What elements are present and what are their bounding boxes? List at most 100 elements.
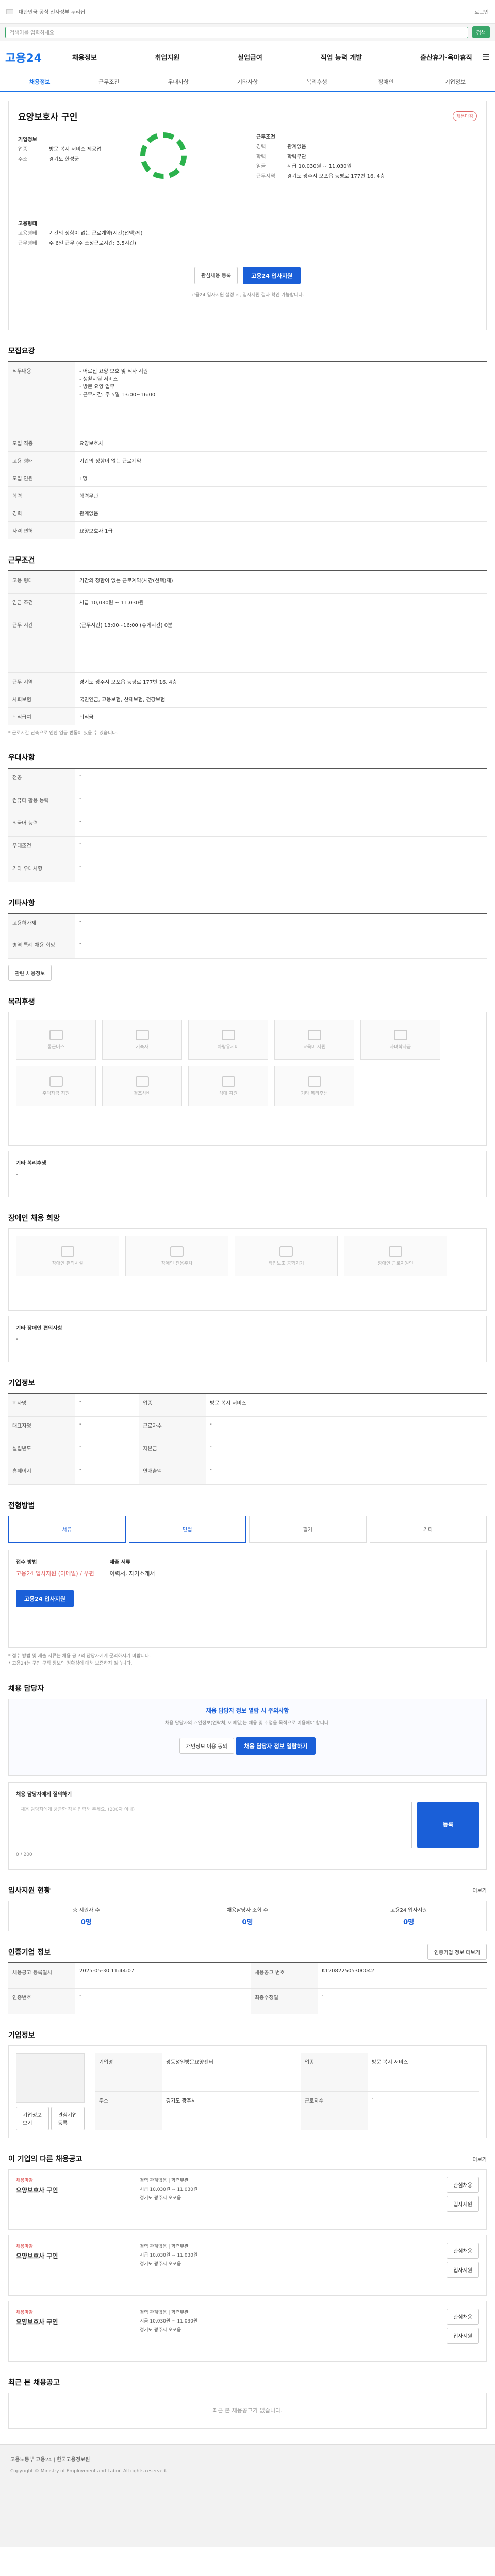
cond-label: 근무조건 [256,134,275,140]
gift-icon [135,1076,149,1087]
dorm-icon [135,1029,149,1040]
row-val: 기간의 정함이 없는 근로계약 [75,451,487,469]
kv-key: 임금 [256,164,266,170]
job-card[interactable]: 채용마감 요양보호사 구인 경력 관계없음 | 학력무관 시급 10,030원 ~ … [8,2169,487,2230]
apply-small-button[interactable]: 입사지원 [447,2262,479,2278]
docs-val: 이력서, 자기소개서 [109,1570,155,1577]
row-key: 자격 면허 [8,521,75,539]
tab[interactable]: 우대사항 [144,78,213,86]
section-title: 최근 본 채용공고 [8,2379,60,2387]
info-more-button[interactable]: 인증기업 정보 더보기 [427,1944,487,1960]
tab[interactable]: 근무조건 [74,78,143,86]
footer-text: 고용노동부 고용24 | 한국고용정보원 [10,2457,90,2463]
view-contact-button[interactable]: 채용 담당자 정보 열람하기 [236,1737,316,1755]
kv-key: 경력 [256,144,266,150]
job-detail: 시급 10,030원 ~ 11,030원 [140,2319,198,2325]
tab[interactable]: 복리후생 [282,78,351,86]
row-key: 고용 형태 [8,570,75,594]
related-jobs-link[interactable]: 관련 채용정보 [8,965,52,981]
step: 면접 [128,1515,246,1543]
fav-button[interactable]: 관심채용 [447,2309,479,2325]
status-badge: 채용마감 [452,111,477,121]
welfare-item: 기숙사 [102,1020,182,1060]
row-val: 방문 복지 서비스 [206,1394,487,1417]
etc-icon [307,1076,321,1087]
gnb-item[interactable]: 취업지원 [155,52,180,62]
row-key: 인증번호 [8,1988,75,2015]
fav-button[interactable]: 관심채용 [447,2177,479,2193]
corp-view-button[interactable]: 기업정보 보기 [16,2107,50,2131]
tab[interactable]: 기타사항 [213,78,282,86]
row-key: 설립년도 [8,1439,75,1462]
others-more-link[interactable]: 더보기 [472,2155,487,2163]
deadline-donut [140,132,187,179]
row-key: 기업명 [94,2053,162,2092]
gnb-item[interactable]: 실업급여 [238,52,262,62]
welfare-item: 자녀학자금 [360,1020,440,1060]
section-title: 인증기업 정보 [8,1948,51,1957]
apply-small-button[interactable]: 입사지원 [447,2328,479,2344]
search-button[interactable]: 검색 [472,26,490,38]
recruit-table: 직무내용 - 어르신 요양 보호 및 식사 지원 - 생활지원 서비스 - 방문 … [8,361,487,539]
save-job-button[interactable]: 관심채용 등록 [194,267,238,284]
row-val: - [75,936,487,959]
job-card-title[interactable]: 요양보호사 구인 [16,2251,129,2260]
job-card[interactable]: 채용마감 요양보호사 구인 경력 관계없음 | 학력무관 시급 10,030원 ~ … [8,2235,487,2296]
disabled-other-label: 기타 장애인 편의사항 [16,1326,62,1332]
job-card-title[interactable]: 요양보호사 구인 [16,2317,129,2326]
job-detail: 경력 관계없음 | 학력무관 [140,2244,189,2250]
section-title: 전형방법 [8,1501,35,1510]
job-card-title[interactable]: 요양보호사 구인 [16,2185,129,2194]
tab[interactable]: 장애인 [351,78,420,86]
row-key: 근무 지역 [8,672,75,690]
row-val: 관계없음 [75,504,487,522]
row-key: 병역 특례 채용 희망 [8,936,75,959]
gnb-item[interactable]: 출산휴가·육아휴직 [420,52,472,62]
kv-key: 업종 [18,147,28,152]
stat-more-link[interactable]: 더보기 [472,1886,487,1894]
kv-val: 시급 10,030원 ~ 11,030원 [287,164,352,170]
stat-cards: 총 지원자 수 0명 채용담당자 조회 수 0명 고용24 입사지원 0명 [8,1900,487,1931]
section-title: 기타사항 [8,899,35,907]
sub-nav: 채용정보 근무조건 우대사항 기타사항 복리후생 장애인 기업정보 [0,73,495,92]
row-key: 사회보험 [8,690,75,708]
row-val: - [75,768,487,791]
graduation-icon [393,1029,407,1040]
logo[interactable]: 고용24 [5,49,62,65]
search-input[interactable]: 검색어를 입력하세요 [5,26,468,38]
apply-small-button[interactable]: 입사지원 [447,2196,479,2212]
kv-val: 주 6일 근무 (주 소정근로시간: 3.5시간) [49,241,136,246]
job-status: 채용마감 [16,2244,34,2250]
row-val: - [206,1416,487,1439]
qa-submit-button[interactable]: 등록 [417,1801,479,1848]
qa-textarea[interactable]: 채용 담당자에게 궁금한 점을 입력해 주세요. (200자 이내) [16,1801,412,1848]
row-key: 임금 조건 [8,593,75,616]
row-key: 퇴직급여 [8,707,75,725]
gnb-item[interactable]: 직업 능력 개발 [321,52,362,62]
consent-button[interactable]: 개인정보 이용 동의 [179,1738,234,1754]
fav-button[interactable]: 관심채용 [447,2243,479,2259]
global-nav: 고용24 채용정보 취업지원 실업급여 직업 능력 개발 출산휴가·육아휴직 ☰ [0,41,495,73]
welfare-other-label: 기타 복리후생 [16,1161,46,1167]
row-key: 근로자수 [139,1416,206,1439]
row-key: 업종 [139,1394,206,1417]
job-detail: 시급 10,030원 ~ 11,030원 [140,2187,198,2193]
gnb-item[interactable]: 채용정보 [72,52,97,62]
row-val: 학력무관 [75,486,487,504]
job-detail: 경력 관계없음 | 학력무관 [140,2310,189,2316]
corp-fav-button[interactable]: 관심기업 등록 [51,2107,85,2131]
apply-button-2[interactable]: 고용24 입사지원 [16,1589,74,1607]
row-key: 회사명 [8,1394,75,1417]
apply-button[interactable]: 고용24 입사지원 [243,267,301,284]
tab[interactable]: 기업정보 [421,78,490,86]
login-link[interactable]: 로그인 [474,8,489,15]
tab[interactable]: 채용정보 [5,78,74,86]
row-val: - [317,1988,487,2015]
disabled-item: 작업보조 공학기기 [235,1236,338,1277]
menu-icon[interactable]: ☰ [483,52,490,62]
job-card[interactable]: 채용마감 요양보호사 구인 경력 관계없음 | 학력무관 시급 10,030원 ~ … [8,2301,487,2362]
section-title: 장애인 채용 희망 [8,1214,60,1223]
row-key: 모집 직종 [8,434,75,452]
welfare-other-val: - [16,1171,18,1178]
row-val: 퇴직금 [75,707,487,725]
